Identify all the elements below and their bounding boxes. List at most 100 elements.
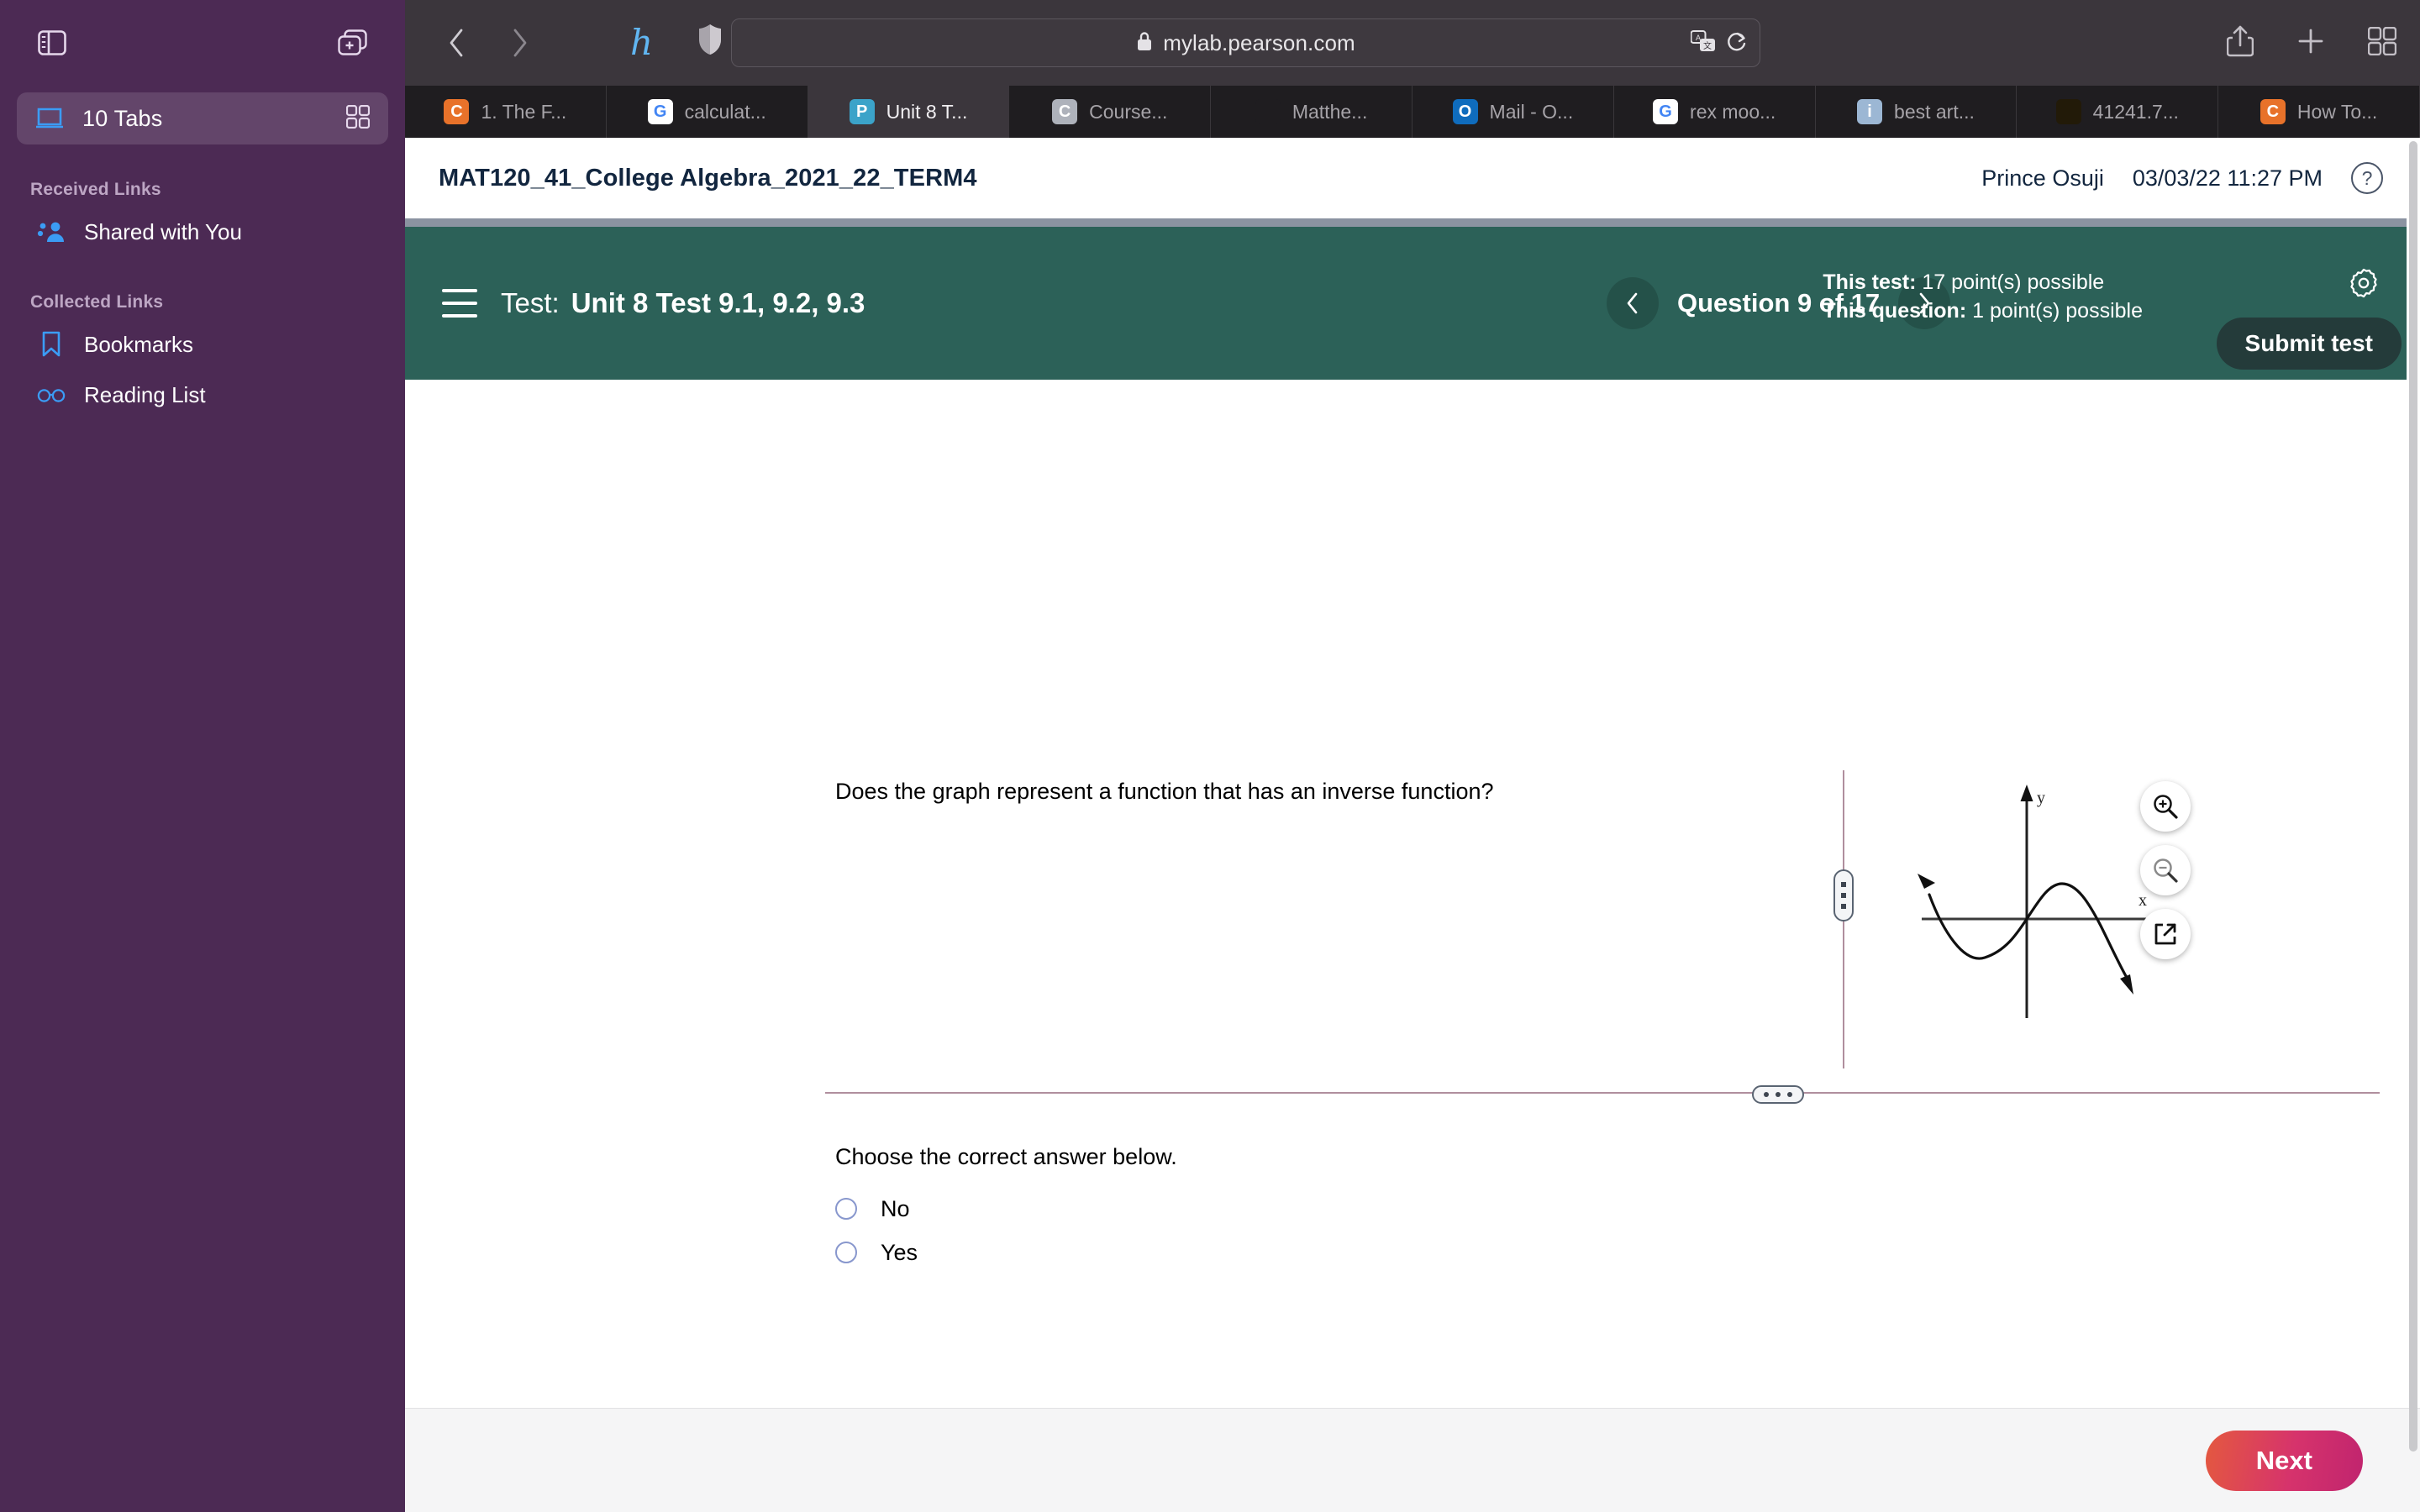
share-icon[interactable] — [2226, 25, 2254, 61]
pearson-mylab-page: MAT120_41_College Algebra_2021_22_TERM4 … — [405, 138, 2420, 1512]
question-prompt: Does the graph represent a function that… — [835, 779, 1494, 804]
grid-icon[interactable] — [345, 104, 371, 133]
popout-icon[interactable] — [2140, 909, 2191, 959]
reload-icon[interactable] — [1726, 30, 1748, 58]
horizontal-splitter-handle[interactable] — [1752, 1085, 1804, 1104]
submit-test-button[interactable]: Submit test — [2216, 318, 2402, 370]
answer-choice-label: No — [881, 1195, 910, 1221]
page-scroll-region: MAT120_41_College Algebra_2021_22_TERM4 … — [405, 138, 2420, 1452]
browser-tab-label: rex moo... — [1690, 100, 1776, 123]
course-header-right: Prince Osuji 03/03/22 11:27 PM ? — [1981, 162, 2383, 194]
browser-tab[interactable]: P Unit 8 T... — [808, 86, 1010, 138]
url-text: mylab.pearson.com — [1163, 29, 1355, 55]
browser-tab-label: How To... — [2296, 100, 2378, 123]
browser-tab[interactable]: O Mail - O... — [1413, 86, 1614, 138]
navigation-arrows — [440, 26, 536, 60]
zoom-in-icon[interactable] — [2140, 781, 2191, 832]
forward-arrow-icon[interactable] — [502, 26, 536, 60]
radio-button[interactable] — [835, 1198, 857, 1220]
sidebar-item-label: Shared with You — [84, 218, 242, 244]
header-divider — [405, 218, 2420, 227]
previous-question-button[interactable] — [1607, 277, 1659, 329]
next-button[interactable]: Next — [2205, 1430, 2363, 1491]
bookmark-icon — [37, 330, 66, 359]
sidebar-toolbar — [0, 0, 405, 86]
y-axis-label: y — [2037, 789, 2045, 807]
browser-tab[interactable]: Grex moo... — [1614, 86, 1816, 138]
browser-tab-label: 41241.7... — [2092, 100, 2179, 123]
answer-choice-list: No Yes — [835, 1188, 918, 1275]
zoom-out-icon[interactable] — [2140, 845, 2191, 895]
sidebar-item-shared-with-you[interactable]: Shared with You — [0, 207, 405, 257]
answer-choice[interactable]: Yes — [835, 1231, 918, 1273]
translate-icon[interactable]: A文 — [1690, 29, 1716, 58]
address-bar[interactable]: mylab.pearson.com A文 — [731, 18, 1760, 67]
sidebar-item-tabs[interactable]: 10 Tabs — [17, 92, 388, 144]
flame-icon — [2055, 99, 2081, 124]
canvas-icon: C — [444, 99, 470, 124]
points-summary: This test: 17 point(s) possible This que… — [1823, 269, 2143, 325]
choose-answer-label: Choose the correct answer below. — [835, 1144, 1177, 1169]
plus-icon[interactable] — [2297, 28, 2324, 59]
browser-window: h mylab.pearson.com A文 C 1. The F... G c… — [405, 0, 2420, 1512]
sidebar-item-bookmarks[interactable]: Bookmarks — [0, 319, 405, 370]
page-title: MAT120_41_College Algebra_2021_22_TERM4 — [439, 164, 977, 192]
shared-with-you-icon — [37, 218, 66, 246]
browser-tab-label: 1. The F... — [481, 100, 567, 123]
lock-icon — [1136, 30, 1153, 56]
browser-toolbar: h mylab.pearson.com A文 — [405, 0, 2420, 86]
browser-toolbar-right — [2226, 0, 2397, 86]
sidebar-toggle-icon[interactable] — [30, 21, 74, 65]
new-tab-group-icon[interactable] — [331, 21, 375, 65]
test-label: Test: — [501, 287, 560, 318]
vertical-splitter-handle[interactable] — [1833, 869, 1854, 921]
answer-choice[interactable]: No — [835, 1188, 918, 1230]
page-footer: Next — [405, 1408, 2420, 1512]
tab-overview-icon[interactable] — [2367, 26, 2397, 60]
google-icon: G — [647, 99, 673, 124]
browser-tab-label: best art... — [1894, 100, 1975, 123]
browser-tab[interactable]: C How To... — [2218, 86, 2420, 138]
browser-tab[interactable]: i best art... — [1816, 86, 2018, 138]
graph-controls — [2140, 781, 2191, 959]
browser-tab-label: calculat... — [684, 100, 766, 123]
browser-tab-label: Unit 8 T... — [886, 100, 968, 123]
shield-icon[interactable] — [697, 23, 723, 60]
points-question-value: 1 point(s) possible — [1972, 298, 2143, 323]
sidebar-section-collected-links: Collected Links — [30, 292, 164, 312]
outlook-icon: O — [1452, 99, 1478, 124]
svg-text:文: 文 — [1703, 40, 1712, 51]
tabs-count-label: 10 Tabs — [82, 105, 163, 131]
hamburger-menu-icon[interactable] — [442, 289, 477, 318]
browser-tab[interactable]: C Course... — [1009, 86, 1212, 138]
glasses-icon — [37, 381, 66, 409]
points-test-label: This test: — [1823, 270, 1917, 294]
radio-button[interactable] — [835, 1242, 857, 1263]
tab-strip: C 1. The F... Gcalculat... P Unit 8 T... C Cou… — [405, 86, 2420, 138]
help-icon[interactable]: ? — [2351, 162, 2383, 194]
browser-tab[interactable]: 41241.7... — [2017, 86, 2219, 138]
gear-icon[interactable] — [2348, 267, 2380, 303]
sidebar-section-received-links: Received Links — [30, 180, 161, 199]
horizontal-splitter[interactable] — [825, 1092, 2380, 1094]
canvas-icon: C — [2260, 99, 2286, 124]
back-arrow-icon[interactable] — [440, 26, 474, 60]
address-bar-actions: A文 — [1690, 19, 1748, 68]
sidebar-item-reading-list[interactable]: Reading List — [0, 370, 405, 420]
question-area: Does the graph represent a function that… — [405, 380, 2420, 1396]
browser-tab-label: Mail - O... — [1489, 100, 1574, 123]
safari-sidebar: 10 Tabs Received Links Shared with You C… — [0, 0, 405, 1512]
honey-extension-icon[interactable]: h — [630, 18, 653, 67]
user-name: Prince Osuji — [1981, 165, 2104, 191]
browser-tab[interactable]: Matthe... — [1211, 86, 1413, 138]
bars-icon — [1255, 99, 1281, 124]
timestamp: 03/03/22 11:27 PM — [2132, 165, 2323, 191]
page-scrollbar[interactable] — [2407, 138, 2420, 1452]
browser-tab[interactable]: C 1. The F... — [405, 86, 607, 138]
browser-tab-label: Matthe... — [1292, 100, 1368, 123]
page-scrollbar-thumb[interactable] — [2409, 141, 2417, 1452]
sidebar-item-label: Reading List — [84, 381, 206, 407]
window-icon — [35, 108, 64, 129]
answer-choice-label: Yes — [881, 1239, 918, 1265]
browser-tab[interactable]: Gcalculat... — [607, 86, 808, 138]
